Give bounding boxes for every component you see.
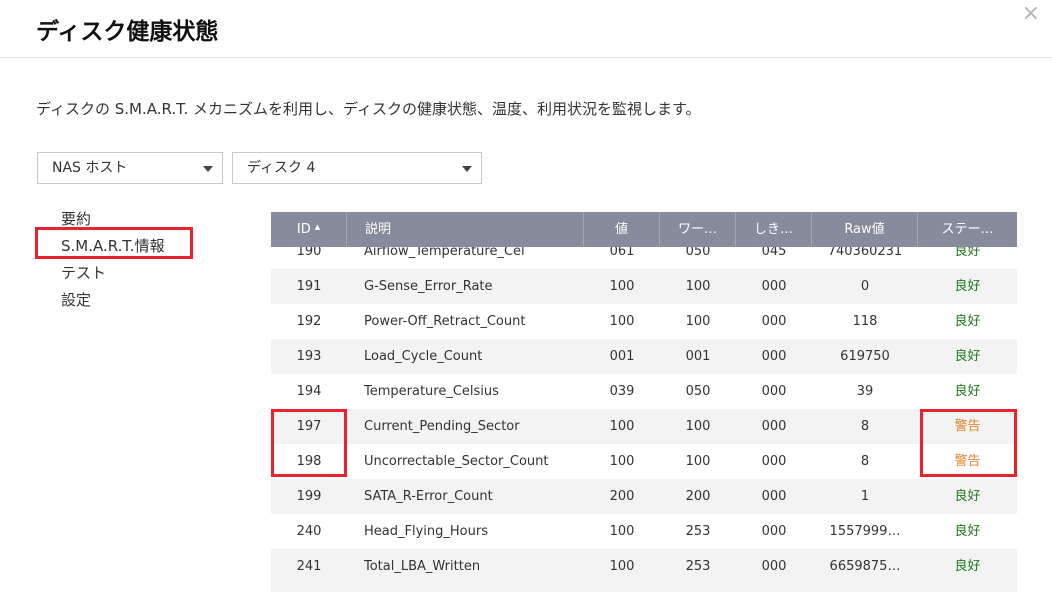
cell-value: 100 — [609, 314, 635, 329]
cell-threshold: 000 — [761, 454, 787, 469]
cell-worst: 100 — [685, 314, 711, 329]
cell-id: 240 — [296, 524, 322, 539]
table-row[interactable]: 199 SATA_R-Error_Count 200 200 000 1 良好 — [271, 479, 1017, 514]
nav-item-settings[interactable]: 設定 — [61, 287, 165, 314]
cell-worst: 100 — [685, 419, 711, 434]
chevron-down-icon — [462, 166, 472, 172]
nas-host-select[interactable]: NAS ホスト — [37, 152, 223, 184]
cell-worst: 100 — [685, 279, 711, 294]
nav-item-test[interactable]: テスト — [61, 260, 165, 287]
cell-id: 198 — [296, 454, 322, 469]
cell-value: 039 — [609, 384, 635, 399]
dialog-title: ディスク健康状態 — [36, 19, 219, 45]
cell-value: 100 — [609, 524, 635, 539]
table-row[interactable]: 192 Power-Off_Retract_Count 100 100 000 118 良好 — [271, 304, 1017, 339]
column-header-threshold[interactable]: しき… — [736, 212, 812, 247]
table-row[interactable]: 240 Head_Flying_Hours 100 253 000 1557999… 良好 — [271, 514, 1017, 549]
cell-raw: 1557999… — [829, 524, 901, 539]
cell-raw: 8 — [860, 419, 870, 434]
cell-threshold: 000 — [761, 349, 787, 364]
cell-threshold: 000 — [761, 314, 787, 329]
side-nav: 要約 S.M.A.R.T.情報 テスト 設定 — [61, 206, 165, 314]
cell-status: 良好 — [954, 524, 981, 539]
cell-value: 100 — [609, 559, 635, 574]
cell-raw: 39 — [856, 384, 874, 399]
cell-worst: 253 — [685, 524, 711, 539]
cell-value: 100 — [609, 419, 635, 434]
column-header-value[interactable]: 値 — [584, 212, 660, 247]
table-row[interactable]: 197 Current_Pending_Sector 100 100 000 8 警告 — [271, 409, 1017, 444]
cell-description: Temperature_Celsius — [364, 384, 499, 399]
cell-threshold: 000 — [761, 489, 787, 504]
cell-raw: 1 — [860, 489, 870, 504]
nas-host-select-value: NAS ホスト — [52, 160, 128, 176]
table-row[interactable]: 194 Temperature_Celsius 039 050 000 39 良好 — [271, 374, 1017, 409]
column-header-worst[interactable]: ワー… — [660, 212, 736, 247]
column-header-id[interactable]: ID ▲ — [271, 212, 347, 247]
cell-description: G-Sense_Error_Rate — [364, 279, 493, 294]
cell-description: Total_LBA_Written — [364, 559, 481, 574]
cell-status: 良好 — [954, 279, 981, 294]
cell-threshold: 000 — [761, 524, 787, 539]
column-header-description[interactable]: 説明 — [347, 212, 584, 247]
cell-description: Power-Off_Retract_Count — [364, 314, 526, 329]
smart-table: ID ▲ 説明 値 ワー… しき… Raw値 ステー… 190 Airflow_Te… — [271, 212, 1017, 592]
cell-threshold: 000 — [761, 419, 787, 434]
cell-status: 良好 — [954, 384, 981, 399]
cell-worst: 050 — [685, 384, 711, 399]
table-row[interactable]: 241 Total_LBA_Written 100 253 000 6659875… 良好 — [271, 549, 1017, 584]
cell-id: 199 — [296, 489, 322, 504]
cell-worst: 001 — [685, 349, 711, 364]
disk-select[interactable]: ディスク 4 — [232, 152, 482, 184]
cell-threshold: 000 — [761, 559, 787, 574]
column-header-id-label: ID — [296, 222, 311, 237]
cell-description: Uncorrectable_Sector_Count — [364, 454, 549, 469]
cell-threshold: 000 — [761, 279, 787, 294]
cell-raw: 118 — [852, 314, 878, 329]
cell-raw: 0 — [860, 279, 870, 294]
cell-status: 良好 — [954, 559, 981, 574]
cell-worst: 100 — [685, 454, 711, 469]
cell-id: 193 — [296, 349, 322, 364]
cell-value: 001 — [609, 349, 635, 364]
cell-id: 192 — [296, 314, 322, 329]
cell-description: Load_Cycle_Count — [364, 349, 483, 364]
cell-id: 194 — [296, 384, 322, 399]
cell-description: SATA_R-Error_Count — [364, 489, 493, 504]
cell-value: 100 — [609, 454, 635, 469]
cell-status: 良好 — [954, 489, 981, 504]
cell-status: 良好 — [954, 314, 981, 329]
table-row[interactable]: 198 Uncorrectable_Sector_Count 100 100 000 8 警… — [271, 444, 1017, 479]
cell-description: Current_Pending_Sector — [364, 419, 520, 434]
cell-threshold: 000 — [761, 384, 787, 399]
cell-id: 197 — [296, 419, 322, 434]
cell-worst: 200 — [685, 489, 711, 504]
description-text: ディスクの S.M.A.R.T. メカニズムを利用し、ディスクの健康状態、温度、… — [36, 100, 701, 118]
table-row[interactable]: 193 Load_Cycle_Count 001 001 000 619750 良好 — [271, 339, 1017, 374]
cell-status: 警告 — [954, 419, 981, 434]
cell-raw: 619750 — [840, 349, 890, 364]
column-header-status[interactable]: ステー… — [918, 212, 1017, 247]
close-icon[interactable]: × — [1022, 2, 1040, 26]
column-header-raw[interactable]: Raw値 — [812, 212, 918, 247]
nav-item-smart-info[interactable]: S.M.A.R.T.情報 — [61, 233, 165, 260]
cell-raw: 6659875… — [829, 559, 901, 574]
disk-select-value: ディスク 4 — [247, 160, 316, 176]
cell-value: 200 — [609, 489, 635, 504]
cell-raw: 8 — [860, 454, 870, 469]
sort-ascending-icon: ▲ — [314, 223, 321, 231]
cell-status: 警告 — [954, 454, 981, 469]
cell-worst: 253 — [685, 559, 711, 574]
nav-item-summary[interactable]: 要約 — [61, 206, 165, 233]
cell-id: 241 — [296, 559, 322, 574]
dialog-header: ディスク健康状態 × — [0, 0, 1052, 58]
table-row[interactable]: 191 G-Sense_Error_Rate 100 100 000 0 良好 — [271, 269, 1017, 304]
cell-value: 100 — [609, 279, 635, 294]
cell-description: Head_Flying_Hours — [364, 524, 488, 539]
table-header: ID ▲ 説明 値 ワー… しき… Raw値 ステー… — [271, 212, 1017, 247]
chevron-down-icon — [203, 166, 213, 172]
cell-id: 191 — [296, 279, 322, 294]
cell-status: 良好 — [954, 349, 981, 364]
table-body: 190 Airflow_Temperature_Cel 061 050 045 74036… — [271, 234, 1017, 584]
